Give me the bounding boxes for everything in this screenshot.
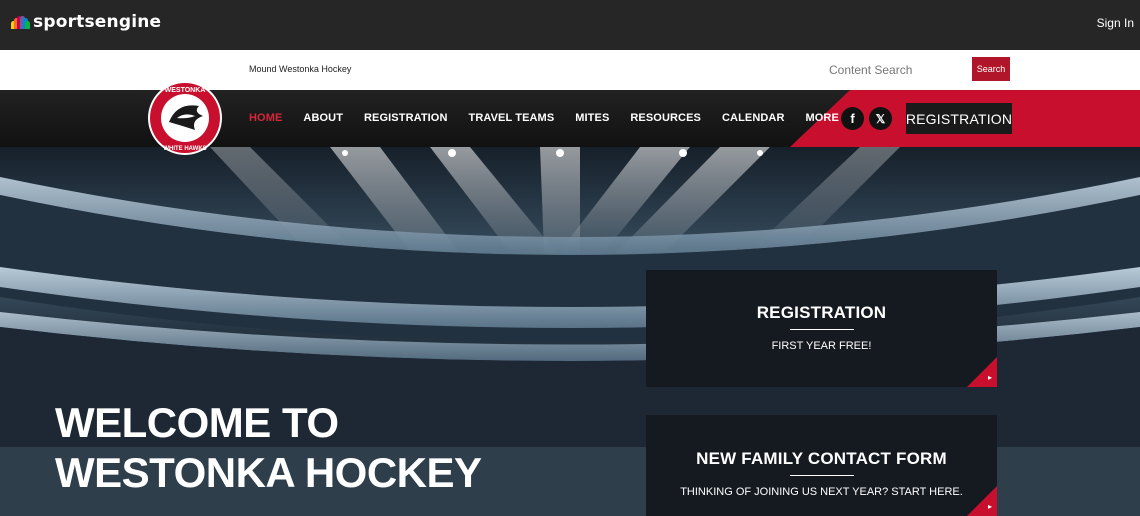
- chevron-right-icon: ▸: [987, 502, 992, 511]
- westonka-white-hawks-logo[interactable]: WESTONKA WHITE HAWKS: [147, 72, 223, 164]
- site-name[interactable]: Mound Westonka Hockey: [249, 64, 351, 74]
- nav-item-registration[interactable]: REGISTRATION: [364, 112, 448, 124]
- registration-button[interactable]: REGISTRATION: [906, 103, 1012, 134]
- nav-item-resources[interactable]: RESOURCES: [630, 112, 701, 124]
- card-arrow-corner[interactable]: ▸: [967, 357, 997, 387]
- sign-in-link[interactable]: Sign In: [1097, 16, 1134, 30]
- nav-item-mites[interactable]: MITES: [575, 112, 609, 124]
- welcome-line-1: WELCOME TO: [55, 399, 339, 446]
- registration-card[interactable]: REGISTRATION FIRST YEAR FREE! ▸: [646, 270, 997, 387]
- sportsengine-top-bar: sportsengine Sign In: [0, 0, 1140, 50]
- card-subtitle: THINKING OF JOINING US NEXT YEAR? START …: [680, 486, 963, 498]
- card-title: REGISTRATION: [756, 303, 887, 322]
- sportsengine-logo[interactable]: sportsengine: [11, 12, 161, 32]
- chevron-right-icon: ▸: [987, 373, 992, 382]
- logo-bottom-text: WHITE HAWKS: [163, 146, 206, 152]
- card-divider: [789, 329, 854, 330]
- hero-welcome-heading: WELCOME TO WESTONKA HOCKEY: [55, 398, 482, 498]
- nav-item-home[interactable]: HOME: [249, 112, 282, 124]
- sportsengine-brand: sportsengine: [33, 12, 162, 32]
- card-title: NEW FAMILY CONTACT FORM: [696, 449, 947, 468]
- logo-top-text: WESTONKA: [165, 87, 206, 94]
- nav-item-about[interactable]: ABOUT: [303, 112, 343, 124]
- x-twitter-icon[interactable]: 𝕏: [869, 107, 892, 130]
- search-button[interactable]: Search: [972, 57, 1010, 81]
- main-nav: HOME ABOUT REGISTRATION TRAVEL TEAMS MIT…: [249, 112, 870, 124]
- nav-item-calendar[interactable]: CALENDAR: [722, 112, 785, 124]
- welcome-line-2: WESTONKA HOCKEY: [55, 449, 482, 496]
- card-divider: [789, 475, 854, 476]
- card-subtitle: FIRST YEAR FREE!: [771, 340, 872, 352]
- nav-item-travel-teams[interactable]: TRAVEL TEAMS: [469, 112, 555, 124]
- new-family-contact-card[interactable]: NEW FAMILY CONTACT FORM THINKING OF JOIN…: [646, 415, 997, 516]
- content-search-input[interactable]: [829, 59, 963, 81]
- facebook-icon[interactable]: f: [841, 107, 864, 130]
- nbc-peacock-icon: [11, 15, 30, 29]
